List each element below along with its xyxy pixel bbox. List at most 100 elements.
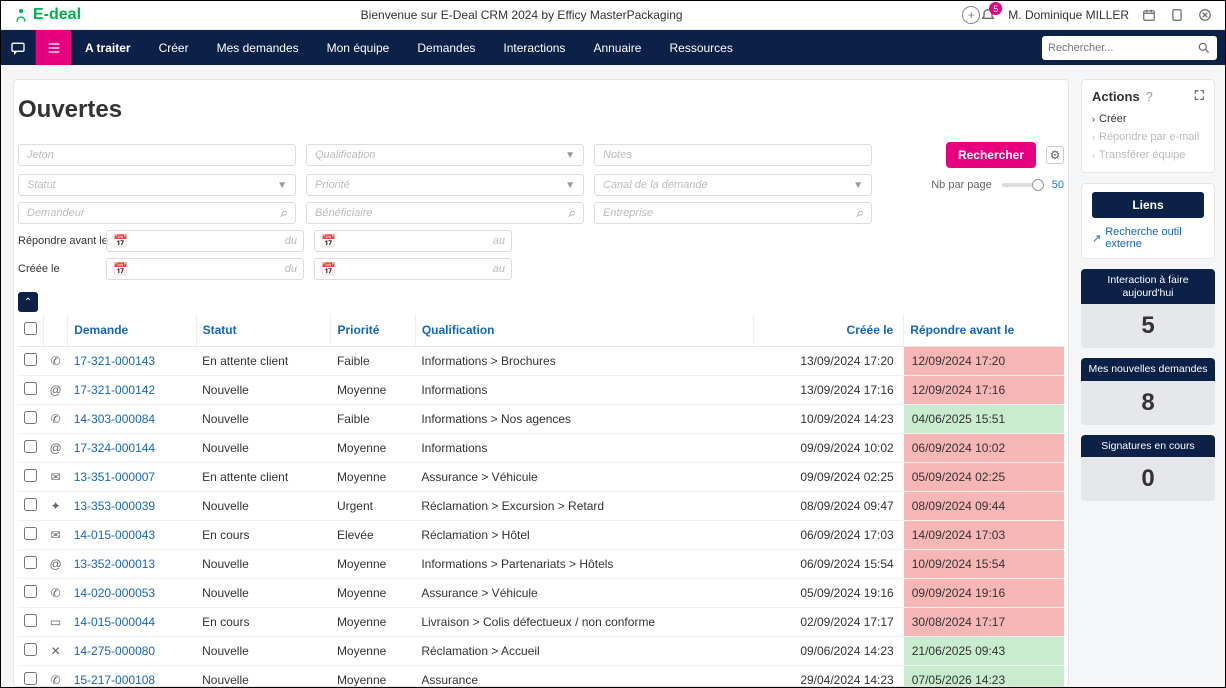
table-row: @17-321-000142NouvelleMoyenneInformation… — [18, 376, 1064, 405]
cell-creee: 10/09/2024 14:23 — [753, 405, 903, 434]
request-link[interactable]: 14-015-000044 — [74, 615, 155, 629]
calendar-icon[interactable] — [1141, 7, 1157, 23]
request-link[interactable]: 14-015-000043 — [74, 528, 155, 542]
cell-qualification: Assurance > Véhicule — [415, 463, 753, 492]
request-link[interactable]: 14-275-000080 — [74, 644, 155, 658]
row-checkbox[interactable] — [24, 614, 37, 627]
expand-icon[interactable]: ⛶ — [1195, 88, 1204, 104]
search-input[interactable] — [1048, 42, 1197, 54]
kpi-value: 8 — [1081, 381, 1215, 425]
qualification-select[interactable]: Qualification▼ — [306, 144, 584, 166]
rep-from-date[interactable]: 📅du — [106, 230, 304, 252]
entreprise-input[interactable]: ⌕ — [594, 202, 872, 224]
cell-priorite: Moyenne — [331, 550, 415, 579]
menu-icon[interactable] — [36, 30, 71, 65]
cree-to-date[interactable]: 📅au — [314, 258, 512, 280]
external-search-link[interactable]: ↗Recherche outil externe — [1092, 226, 1204, 250]
nav-item-interactions[interactable]: Interactions — [489, 30, 579, 65]
request-link[interactable]: 17-321-000143 — [74, 354, 155, 368]
row-checkbox[interactable] — [24, 440, 37, 453]
kpi-card[interactable]: Interaction à faire aujourd'hui5 — [1081, 269, 1215, 348]
row-checkbox[interactable] — [24, 527, 37, 540]
row-checkbox[interactable] — [24, 469, 37, 482]
add-button[interactable]: + — [962, 6, 980, 24]
canal-select[interactable]: Canal de la demande▼ — [594, 174, 872, 196]
nav-item-mon-équipe[interactable]: Mon équipe — [313, 30, 404, 65]
calendar-icon: 📅 — [321, 262, 336, 276]
jeton-input[interactable] — [18, 144, 296, 166]
cell-repondre: 08/09/2024 09:44 — [904, 492, 1064, 521]
row-checkbox[interactable] — [24, 585, 37, 598]
nav-item-ressources[interactable]: Ressources — [655, 30, 746, 65]
cell-creee: 02/09/2024 17:17 — [753, 608, 903, 637]
user-name[interactable]: M. Dominique MILLER — [1008, 8, 1129, 22]
col-demande[interactable]: Demande — [68, 314, 196, 347]
col-priorite[interactable]: Priorité — [331, 314, 415, 347]
cell-qualification: Informations — [415, 376, 753, 405]
select-all[interactable] — [24, 322, 37, 335]
table-row: ✉14-015-000043En coursElevéeRéclamation … — [18, 521, 1064, 550]
help-icon[interactable]: ? — [1146, 89, 1153, 104]
rep-to-date[interactable]: 📅au — [314, 230, 512, 252]
action-cr-er[interactable]: ›Créer — [1092, 110, 1204, 128]
row-checkbox[interactable] — [24, 411, 37, 424]
logo-icon — [13, 7, 29, 23]
col-repondre[interactable]: Répondre avant le — [904, 314, 1064, 347]
col-qualification[interactable]: Qualification — [415, 314, 753, 347]
settings-icon[interactable]: ⚙ — [1046, 146, 1064, 164]
request-link[interactable]: 17-324-000144 — [74, 441, 155, 455]
search-icon: ⌕ — [280, 205, 287, 221]
priorite-select[interactable]: Priorité▼ — [306, 174, 584, 196]
cell-repondre: 06/09/2024 10:02 — [904, 434, 1064, 463]
notifications-icon[interactable]: 5 — [980, 7, 996, 23]
request-link[interactable]: 13-351-000007 — [74, 470, 155, 484]
row-checkbox[interactable] — [24, 556, 37, 569]
request-link[interactable]: 14-303-000084 — [74, 412, 155, 426]
request-link[interactable]: 14-020-000053 — [74, 586, 155, 600]
table-row: ✆14-020-000053NouvelleMoyenneAssurance >… — [18, 579, 1064, 608]
request-link[interactable]: 13-353-000039 — [74, 499, 155, 513]
nav-item-mes-demandes[interactable]: Mes demandes — [203, 30, 313, 65]
cell-creee: 08/09/2024 09:47 — [753, 492, 903, 521]
tablet-icon[interactable] — [1169, 7, 1185, 23]
notes-input[interactable] — [594, 144, 872, 166]
cell-priorite: Elevée — [331, 521, 415, 550]
nav-item-annuaire[interactable]: Annuaire — [579, 30, 655, 65]
col-creee[interactable]: Créée le — [753, 314, 903, 347]
request-link[interactable]: 17-321-000142 — [74, 383, 155, 397]
row-checkbox[interactable] — [24, 643, 37, 656]
row-checkbox[interactable] — [24, 382, 37, 395]
collapse-filters-icon[interactable]: ⌃ — [18, 292, 38, 312]
statut-select[interactable]: Statut▼ — [18, 174, 296, 196]
request-link[interactable]: 13-352-000013 — [74, 557, 155, 571]
row-checkbox[interactable] — [24, 498, 37, 511]
search-button[interactable]: Rechercher — [946, 142, 1036, 168]
logo[interactable]: E-deal — [13, 6, 81, 24]
nav-item-a-traiter[interactable]: A traiter — [71, 30, 145, 65]
demandeur-input[interactable]: ⌕ — [18, 202, 296, 224]
cell-priorite: Faible — [331, 347, 415, 376]
calendar-icon: 📅 — [113, 262, 128, 276]
close-icon[interactable] — [1197, 7, 1213, 23]
row-checkbox[interactable] — [24, 353, 37, 366]
kpi-title: Interaction à faire aujourd'hui — [1081, 269, 1215, 304]
cell-statut: Nouvelle — [196, 637, 331, 666]
global-search[interactable] — [1042, 36, 1217, 60]
col-statut[interactable]: Statut — [196, 314, 331, 347]
cree-from-date[interactable]: 📅du — [106, 258, 304, 280]
cell-priorite: Moyenne — [331, 637, 415, 666]
nav-item-créer[interactable]: Créer — [145, 30, 203, 65]
nb-slider[interactable] — [1002, 183, 1042, 187]
nav-item-demandes[interactable]: Demandes — [403, 30, 489, 65]
row-checkbox[interactable] — [24, 672, 37, 685]
kpi-card[interactable]: Mes nouvelles demandes8 — [1081, 358, 1215, 425]
cell-priorite: Moyenne — [331, 579, 415, 608]
kpi-card[interactable]: Signatures en cours0 — [1081, 435, 1215, 502]
chat-icon[interactable] — [1, 30, 36, 65]
chevron-right-icon: › — [1092, 132, 1095, 142]
search-icon — [1197, 41, 1211, 55]
beneficiaire-input[interactable]: ⌕ — [306, 202, 584, 224]
links-button[interactable]: Liens — [1092, 192, 1204, 218]
cell-statut: En cours — [196, 608, 331, 637]
request-link[interactable]: 15-217-000108 — [74, 673, 155, 686]
